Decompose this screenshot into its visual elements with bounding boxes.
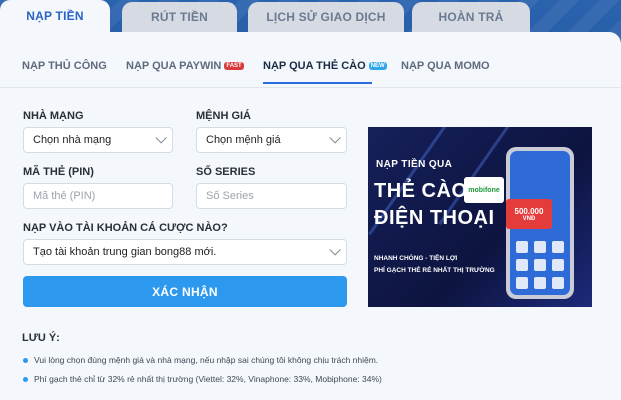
method-tab-label: NẠP QUA THẺ CÀO [263,60,366,72]
serial-label: SỐ SERIES [196,166,256,178]
method-tab-manual[interactable]: NẠP THỦ CÔNG [22,60,107,72]
app-icon [552,259,564,271]
banner-line-5: PHÍ GẠCH THẺ RẺ NHẤT THỊ TRƯỜNG [374,267,495,274]
method-tab-momo[interactable]: NẠP QUA MOMO [401,60,490,72]
bullet-icon [23,376,28,382]
banner-line-2: THẺ CÀO [374,180,468,202]
tab-transaction-history[interactable]: LỊCH SỬ GIAO DỊCH [248,2,404,32]
pin-label: MÃ THẺ (PIN) [23,166,94,178]
account-select-value: Tạo tài khoản trung gian bong88 mới. [33,246,217,258]
app-icon [552,277,564,289]
app-icon [516,259,528,271]
denomination-select-value: Chọn mệnh giá [206,134,281,146]
method-tab-label: NẠP QUA MOMO [401,60,490,72]
confirm-button[interactable]: XÁC NHẬN [23,276,347,307]
account-label: NẠP VÀO TÀI KHOẢN CÁ CƯỢC NÀO? [23,222,228,234]
carrier-label: NHÀ MẠNG [23,110,84,122]
value-card: 500.000 VNĐ [506,199,552,229]
mobifone-card: mobifone [464,177,504,203]
denomination-label: MỆNH GIÁ [196,110,251,122]
card-unit: VNĐ [522,215,536,222]
denomination-select[interactable]: Chọn mệnh giá [196,127,347,153]
pin-input[interactable]: Mã thẻ (PIN) [23,183,173,209]
account-select[interactable]: Tạo tài khoản trung gian bong88 mới. [23,239,347,265]
app-icon [552,241,564,253]
divider [0,87,621,88]
bullet-icon [23,357,28,363]
promo-banner: mobifone 500.000 VNĐ NẠP TIỀN QUA THẺ CÀ… [368,127,592,307]
note-item: Vui lòng chọn đúng mệnh giá và nhà mạng,… [23,355,378,365]
chevron-down-icon [329,132,341,144]
tab-deposit[interactable]: NẠP TIỀN [0,0,110,32]
notes-title: LƯU Ý: [22,332,60,344]
app-icon [534,241,546,253]
chevron-down-icon [329,244,341,256]
tab-refund[interactable]: HOÀN TRẢ [412,2,530,32]
method-tab-scratch-card[interactable]: NẠP QUA THẺ CÀO NEW [263,60,387,72]
fast-badge: FAST [224,62,244,70]
method-tab-label: NẠP THỦ CÔNG [22,60,107,72]
top-tab-bar: NẠP TIỀN RÚT TIỀN LỊCH SỬ GIAO DỊCH HOÀN… [0,0,621,32]
note-text: Vui lòng chọn đúng mệnh giá và nhà mạng,… [34,355,379,365]
serial-input-placeholder: Số Series [206,190,254,202]
app-icon [516,241,528,253]
carrier-select[interactable]: Chọn nhà mạng [23,127,173,153]
carrier-select-value: Chọn nhà mạng [33,134,112,146]
note-item: Phí gạch thẻ chỉ từ 32% rẻ nhất thị trườ… [23,374,382,384]
pin-input-placeholder: Mã thẻ (PIN) [33,190,96,202]
app-icon [534,277,546,289]
app-icon [516,277,528,289]
banner-line-4: NHANH CHÓNG - TIỆN LỢI [374,255,458,262]
card-value: 500.000 [514,206,544,216]
deposit-panel: NẠP THỦ CÔNG NẠP QUA PAYWIN FAST NẠP QUA… [0,32,621,400]
active-tab-underline [263,82,372,84]
banner-line-3: ĐIỆN THOẠI [374,207,495,229]
new-badge: NEW [368,62,387,70]
banner-line-1: NẠP TIỀN QUA [376,159,453,170]
serial-input[interactable]: Số Series [196,183,347,209]
tab-withdraw[interactable]: RÚT TIỀN [122,2,237,32]
chevron-down-icon [155,132,167,144]
method-tab-paywin[interactable]: NẠP QUA PAYWIN FAST [126,60,244,72]
app-icon [534,259,546,271]
method-tab-label: NẠP QUA PAYWIN [126,60,222,72]
note-text: Phí gạch thẻ chỉ từ 32% rẻ nhất thị trườ… [34,374,382,384]
